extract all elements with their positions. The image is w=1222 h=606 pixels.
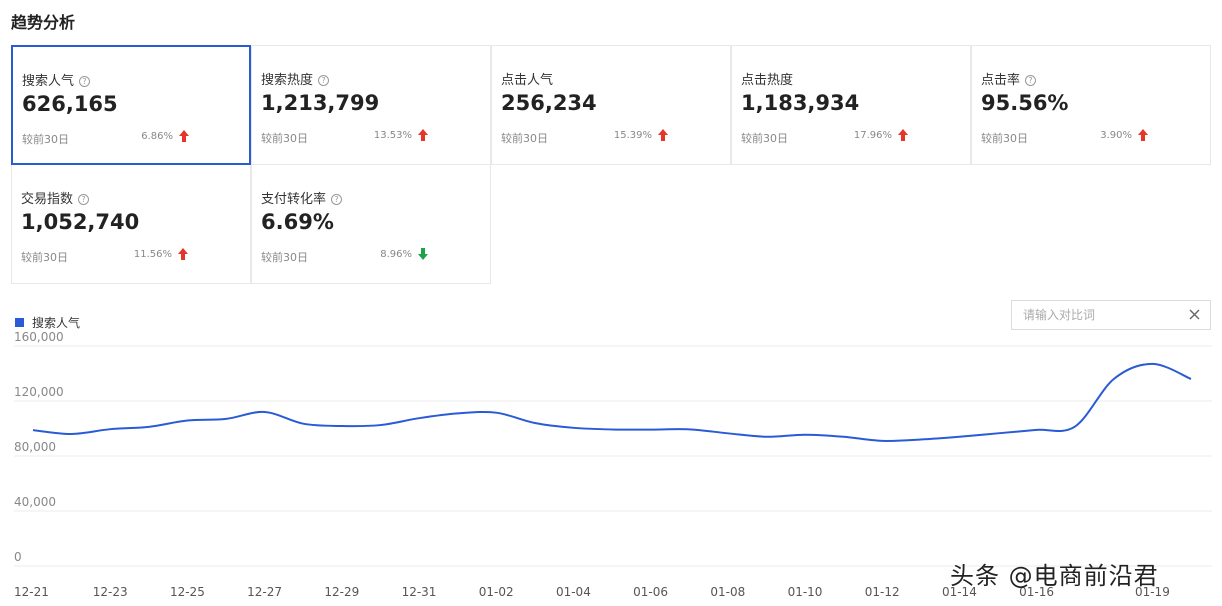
y-tick-label: 0: [14, 550, 22, 564]
card-compare-label: 较前30日: [981, 132, 1028, 145]
card-value: 1,183,934: [741, 91, 860, 115]
metric-card-transaction-index[interactable]: 交易指数? 1,052,740 较前30日 11.56%: [11, 164, 251, 284]
y-tick-label: 160,000: [14, 330, 64, 344]
card-compare-label: 较前30日: [501, 132, 548, 145]
compare-search-box: [1011, 300, 1211, 330]
card-label: 点击率: [981, 73, 1021, 88]
close-icon[interactable]: [1188, 308, 1201, 321]
arrow-down-icon: [418, 248, 428, 260]
card-value: 256,234: [501, 91, 597, 115]
x-tick-label: 01-12: [865, 585, 900, 599]
card-value: 95.56%: [981, 91, 1069, 115]
card-change: 17.96%: [853, 130, 892, 141]
card-change: 15.39%: [613, 130, 652, 141]
card-compare-label: 较前30日: [261, 251, 308, 264]
card-change: 8.96%: [380, 249, 412, 260]
x-tick-label: 01-08: [710, 585, 745, 599]
card-value: 626,165: [22, 92, 118, 116]
metric-card-payment-conversion[interactable]: 支付转化率? 6.69% 较前30日 8.96%: [251, 164, 491, 284]
legend-swatch: [15, 318, 24, 327]
card-label: 搜索人气: [22, 74, 75, 89]
watermark-text: 头条 @电商前沿君: [950, 562, 1159, 590]
compare-search-input[interactable]: [1012, 301, 1177, 329]
help-icon[interactable]: ?: [318, 75, 330, 86]
metric-card-click-popularity[interactable]: 点击人气 256,234 较前30日 15.39%: [491, 45, 731, 165]
x-tick-label: 01-06: [633, 585, 668, 599]
y-tick-label: 80,000: [14, 440, 56, 454]
help-icon[interactable]: ?: [78, 194, 90, 205]
arrow-up-icon: [898, 129, 908, 141]
card-change: 13.53%: [373, 130, 412, 141]
card-value: 1,213,799: [261, 91, 380, 115]
card-label: 支付转化率: [261, 192, 327, 207]
help-icon[interactable]: ?: [1025, 75, 1037, 86]
card-label: 点击人气: [501, 73, 554, 88]
x-tick-label: 12-29: [324, 585, 359, 599]
x-tick-label: 01-10: [788, 585, 823, 599]
card-compare-label: 较前30日: [22, 133, 69, 146]
card-label: 交易指数: [21, 192, 74, 207]
card-label: 点击热度: [741, 73, 794, 88]
legend-label: 搜索人气: [32, 316, 81, 330]
x-tick-label: 12-23: [93, 585, 128, 599]
arrow-up-icon: [178, 248, 188, 260]
metric-card-click-rate[interactable]: 点击率? 95.56% 较前30日 3.90%: [971, 45, 1211, 165]
arrow-up-icon: [418, 129, 428, 141]
page-title: 趋势分析: [11, 13, 76, 32]
x-tick-label: 01-04: [556, 585, 591, 599]
y-tick-label: 40,000: [14, 495, 56, 509]
card-compare-label: 较前30日: [741, 132, 788, 145]
help-icon[interactable]: ?: [79, 76, 91, 87]
x-tick-label: 12-31: [402, 585, 437, 599]
card-compare-label: 较前30日: [21, 251, 68, 264]
x-tick-label: 01-02: [479, 585, 514, 599]
arrow-up-icon: [179, 130, 189, 142]
card-change: 11.56%: [133, 249, 172, 260]
chart-legend[interactable]: 搜索人气: [15, 314, 80, 331]
metric-card-search-popularity[interactable]: 搜索人气? 626,165 较前30日 6.86%: [11, 45, 251, 165]
x-tick-label: 12-21: [14, 585, 49, 599]
x-tick-label: 12-27: [247, 585, 282, 599]
arrow-up-icon: [658, 129, 668, 141]
card-label: 搜索热度: [261, 73, 314, 88]
card-change: 3.90%: [1100, 130, 1132, 141]
metric-card-click-heat[interactable]: 点击热度 1,183,934 较前30日 17.96%: [731, 45, 971, 165]
card-value: 1,052,740: [21, 210, 140, 234]
metric-cards: 搜索人气? 626,165 较前30日 6.86% 搜索热度? 1,213,79…: [11, 45, 1211, 284]
help-icon[interactable]: ?: [331, 194, 343, 205]
metric-card-search-heat[interactable]: 搜索热度? 1,213,799 较前30日 13.53%: [251, 45, 491, 165]
card-change: 6.86%: [141, 131, 173, 142]
arrow-up-icon: [1138, 129, 1148, 141]
card-compare-label: 较前30日: [261, 132, 308, 145]
x-tick-label: 12-25: [170, 585, 205, 599]
y-tick-label: 120,000: [14, 385, 64, 399]
card-value: 6.69%: [261, 210, 334, 234]
